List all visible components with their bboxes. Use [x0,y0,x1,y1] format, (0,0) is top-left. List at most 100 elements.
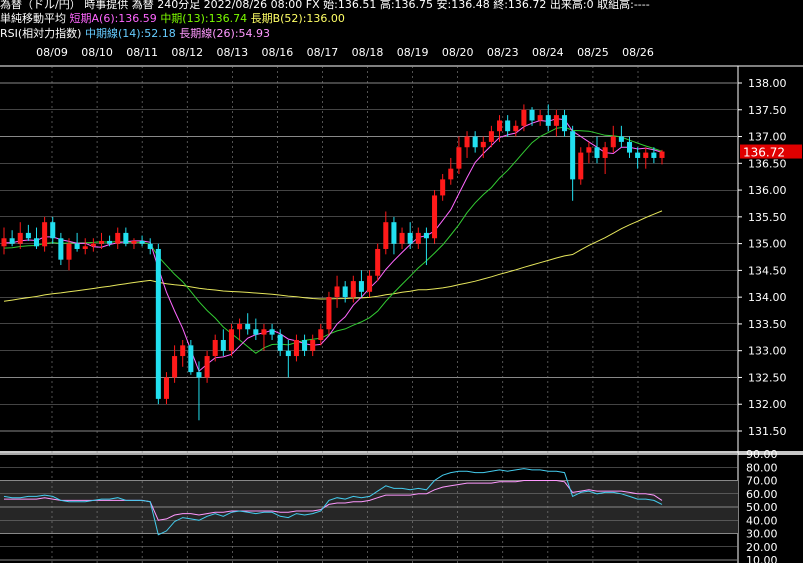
date-tick-label: 08/20 [442,46,474,59]
candle-body [66,243,72,260]
date-tick-label: 08/24 [532,46,564,59]
candle-body [220,339,226,351]
candle-body [618,136,624,142]
panel-divider [0,451,803,455]
rsi-tick-label: 70.00 [746,475,778,488]
candle-body [529,109,535,121]
candle-body [293,339,299,357]
price-tick-label: 137.50 [748,104,787,117]
rsi-tick-label: 50.00 [746,501,778,514]
date-tick-label: 08/25 [577,46,609,59]
candle-body [562,115,568,132]
candle-body [383,222,389,249]
price-chart[interactable]: 138.00137.50137.00136.50136.00135.50135.… [0,0,803,563]
candle-body [253,329,259,335]
price-tick-label: 138.00 [748,77,787,90]
price-tick-label: 137.00 [748,131,787,144]
candle-body [131,240,137,244]
candle-body [578,152,584,180]
rsi-tick-label: 30.00 [746,528,778,541]
candle-body [147,243,153,249]
date-tick-label: 08/11 [126,46,158,59]
price-tick-label: 135.00 [748,238,787,251]
candle-body [513,125,519,132]
candle-body [115,232,121,244]
candle-body [188,345,194,373]
candle-body [74,243,80,249]
date-tick-label: 08/10 [81,46,113,59]
candle-body [423,232,429,239]
candle-body [42,222,48,247]
candle-body [172,356,178,378]
candle-body [228,329,234,351]
candle-body [302,339,308,351]
candle-body [204,356,210,378]
sma13-line [3,126,663,354]
price-tick-label: 134.00 [748,291,787,304]
rsi-tick-label: 40.00 [746,514,778,527]
candle-body [432,195,438,239]
candle-body [334,286,340,298]
rsi-tick-label: 20.00 [746,541,778,554]
candle-body [610,136,616,148]
candle-body [98,240,104,244]
rsi-tick-label: 60.00 [746,488,778,501]
candle-body [237,323,243,330]
price-tick-label: 134.50 [748,264,787,277]
candle-body [33,238,40,247]
candle-body [367,275,373,292]
date-tick-label: 08/18 [352,46,384,59]
date-tick-label: 08/23 [487,46,519,59]
candle-body [82,246,88,249]
candle-body [407,232,413,244]
candle-body [521,109,527,126]
candle-body [25,232,31,239]
candle-body [350,281,356,298]
candle-body [17,232,23,244]
candle-body [285,350,291,357]
candle-body [212,339,218,357]
candle-body [464,136,470,148]
candle-body [269,329,275,335]
candle-body [659,151,665,158]
price-tick-label: 133.50 [748,318,787,331]
rsi-tick-label: 10.00 [746,554,778,563]
date-tick-label: 08/17 [307,46,339,59]
candle-body [635,152,641,158]
candle-body [537,115,543,121]
candle-body [310,339,316,351]
candle-body [456,147,462,169]
candle-body [277,334,283,351]
price-tick-label: 135.50 [748,211,787,224]
candle-body [358,281,364,292]
candles [1,104,665,421]
candle-body [342,286,348,298]
price-tick-label: 132.50 [748,371,787,384]
candle-body [415,232,421,244]
price-axis: 138.00137.50137.00136.50136.00135.50135.… [0,77,787,438]
candle-body [90,243,96,247]
sma6-line [4,118,663,373]
candle-body [643,152,649,158]
price-tick-label: 133.00 [748,345,787,358]
candle-body [180,345,186,357]
rsi-tick-label: 80.00 [746,461,778,474]
candle-body [497,120,503,132]
candle-body [488,131,494,142]
date-tick-label: 08/13 [216,46,248,59]
price-tick-label: 131.50 [748,425,787,438]
candle-body [107,240,113,244]
candle-body [139,240,145,244]
price-tick-label: 136.00 [748,184,787,197]
candle-body [480,141,486,148]
candle-body [448,168,454,180]
date-tick-label: 08/26 [622,46,654,59]
candle-body [196,372,202,378]
candle-body [245,323,251,330]
candle-body [163,377,169,399]
date-tick-label: 08/19 [397,46,429,59]
candle-body [553,115,559,126]
sma52-line [3,210,663,302]
candle-body [626,141,633,153]
price-tick-label: 132.00 [748,398,787,411]
